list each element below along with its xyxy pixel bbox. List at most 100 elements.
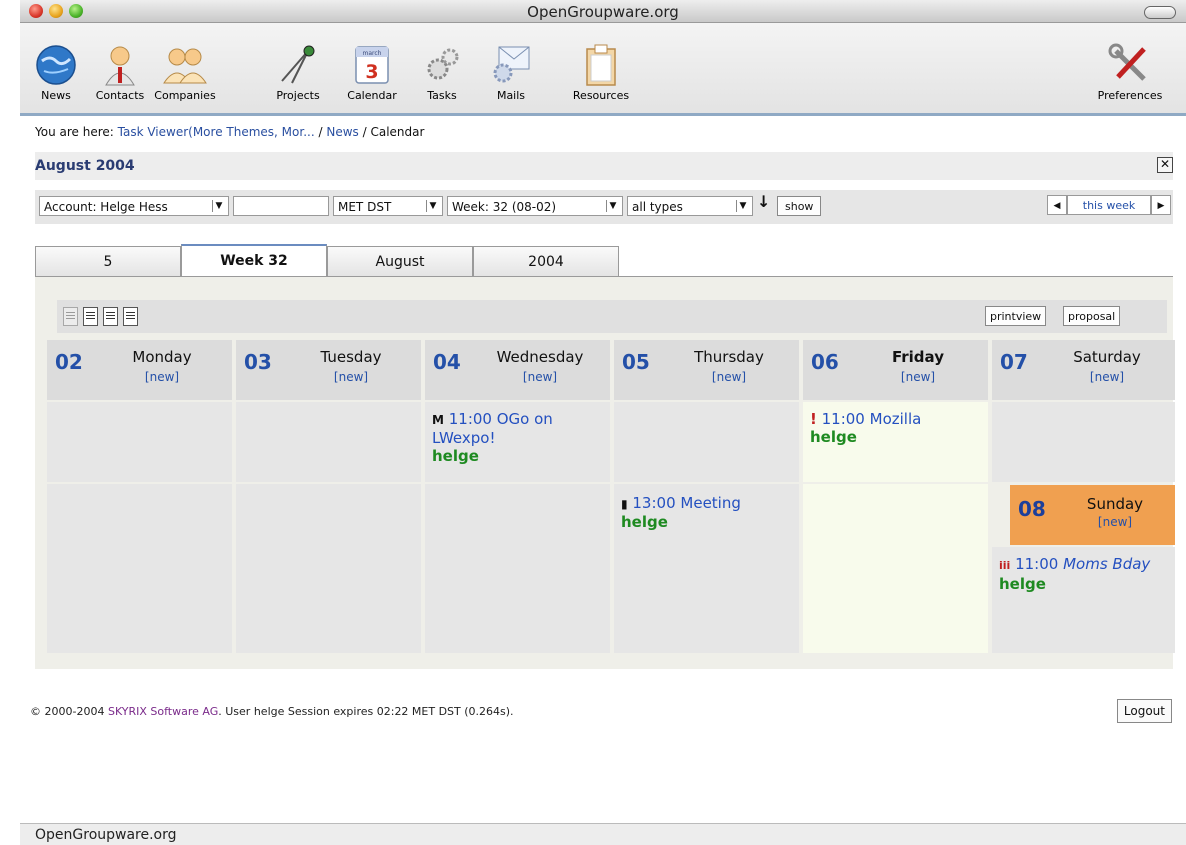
- view-overview-icon[interactable]: [123, 307, 138, 326]
- appointment-type-icon: M: [432, 413, 444, 427]
- proposal-button[interactable]: proposal: [1063, 306, 1121, 326]
- calendar-icon-month: march: [363, 50, 382, 57]
- calendar-icon-day: 3: [365, 61, 378, 83]
- day-header-friday: 06 Friday [new]: [803, 340, 988, 400]
- toolbar-resources[interactable]: Resources: [566, 23, 636, 102]
- day-header-saturday: 07 Saturday [new]: [992, 340, 1175, 400]
- tab-day[interactable]: 5: [35, 246, 181, 276]
- week-select[interactable]: Week: 32 (08-02) ▼: [447, 196, 623, 216]
- view-list-icon[interactable]: [103, 307, 118, 326]
- close-panel-button[interactable]: ✕: [1157, 157, 1173, 173]
- day-name: Tuesday: [320, 348, 382, 366]
- breadcrumb-link-task-viewer[interactable]: Task Viewer(More Themes, Mor...: [118, 125, 315, 139]
- calendar-cell-sunday[interactable]: iii 11:00 Moms Bday helge: [992, 547, 1175, 653]
- search-input[interactable]: [233, 196, 329, 216]
- envelope-icon: [493, 46, 530, 83]
- appointment-time: 11:00: [448, 410, 492, 428]
- toolbar-companies-label: Companies: [154, 89, 216, 102]
- app-toolbar: News Contacts Companies Projects march 3…: [20, 23, 1186, 116]
- calendar-cell-thursday[interactable]: ▮ 13:00 Meeting helge: [614, 484, 799, 653]
- calendar-cell[interactable]: [236, 402, 421, 482]
- new-appointment-link[interactable]: [new]: [97, 370, 227, 384]
- calendar-icon: march 3: [355, 46, 389, 84]
- day-number: 05: [622, 350, 650, 374]
- toolbar-tasks-label: Tasks: [427, 89, 457, 102]
- appointment-title: Mozilla: [869, 410, 922, 428]
- view-day-icon[interactable]: [63, 307, 78, 326]
- calendar-cell-friday[interactable]: [803, 484, 988, 653]
- toolbar-calendar[interactable]: march 3 Calendar: [342, 23, 402, 102]
- new-appointment-link[interactable]: [new]: [286, 370, 416, 384]
- timezone-select-value: MET DST: [338, 200, 392, 214]
- new-appointment-link[interactable]: [new]: [1042, 370, 1172, 384]
- meeting-icon: ▮: [621, 497, 628, 511]
- tab-year[interactable]: 2004: [473, 246, 619, 276]
- calendar-cell-friday[interactable]: ! 11:00 Mozilla helge: [803, 402, 988, 482]
- page-title: August 2004: [35, 158, 135, 174]
- appointment-moms-bday[interactable]: iii 11:00 Moms Bday helge: [999, 555, 1169, 593]
- logout-button[interactable]: Logout: [1116, 699, 1172, 723]
- toolbar-contacts-label: Contacts: [95, 89, 145, 102]
- day-header-monday: 02 Monday [new]: [47, 340, 232, 400]
- appointment-user: helge: [432, 447, 479, 465]
- appointment-time: 11:00: [821, 410, 865, 428]
- new-appointment-link[interactable]: [new]: [853, 370, 983, 384]
- new-appointment-link[interactable]: [new]: [1060, 515, 1170, 529]
- people-group-icon: [163, 48, 207, 84]
- calendar-cell[interactable]: [614, 402, 799, 482]
- copyright-text: © 2000-2004: [30, 705, 105, 718]
- toolbar-mails-label: Mails: [496, 89, 526, 102]
- toolbar-toggle-button[interactable]: [1144, 6, 1176, 19]
- toolbar-companies[interactable]: Companies: [150, 23, 220, 102]
- calendar-cell[interactable]: [47, 402, 232, 482]
- day-number: 08: [1018, 497, 1046, 521]
- exclamation-icon: !: [810, 410, 817, 428]
- brand-link[interactable]: SKYRIX Software AG: [108, 705, 218, 718]
- types-select[interactable]: all types ▼: [627, 196, 753, 216]
- calendar-cell[interactable]: [425, 484, 610, 653]
- breadcrumb-separator: /: [362, 125, 367, 139]
- tab-week[interactable]: Week 32: [181, 244, 327, 276]
- calendar-cell[interactable]: [47, 484, 232, 653]
- compass-icon: [281, 45, 315, 84]
- week-select-value: Week: 32 (08-02): [452, 200, 557, 214]
- new-appointment-link[interactable]: [new]: [664, 370, 794, 384]
- tab-month[interactable]: August: [327, 246, 473, 276]
- toolbar-projects[interactable]: Projects: [270, 23, 326, 102]
- session-info: . User helge Session expires 02:22 MET D…: [218, 705, 514, 718]
- day-header-thursday: 05 Thursday [new]: [614, 340, 799, 400]
- calendar-cell[interactable]: [992, 402, 1175, 482]
- globe-icon: [36, 45, 76, 85]
- chevron-down-icon: ▼: [606, 200, 619, 212]
- appointment-title: Meeting: [680, 494, 741, 512]
- timezone-select[interactable]: MET DST ▼: [333, 196, 443, 216]
- toolbar-preferences[interactable]: Preferences: [1084, 23, 1176, 102]
- account-select[interactable]: Account: Helge Hess ▼: [39, 196, 229, 216]
- birthday-icon: iii: [999, 559, 1011, 572]
- appointment-mozilla[interactable]: ! 11:00 Mozilla helge: [810, 410, 980, 446]
- toolbar-tasks[interactable]: Tasks: [416, 23, 468, 102]
- appointment-user: helge: [810, 428, 857, 446]
- appointment-time: 11:00: [1015, 555, 1059, 573]
- day-name: Sunday: [1086, 495, 1144, 513]
- toolbar-mails[interactable]: Mails: [486, 23, 536, 102]
- day-number: 02: [55, 350, 83, 374]
- toolbar-news[interactable]: News: [30, 23, 82, 102]
- appointment-user: helge: [621, 513, 668, 531]
- appointment-ogo-lwexpo[interactable]: M 11:00 OGo on LWexpo! helge: [432, 410, 602, 465]
- view-week-icon[interactable]: [83, 307, 98, 326]
- printview-button[interactable]: printview: [985, 306, 1047, 326]
- breadcrumb-current: Calendar: [370, 125, 425, 139]
- breadcrumb-link-news[interactable]: News: [326, 125, 358, 139]
- day-number: 04: [433, 350, 461, 374]
- calendar-cell[interactable]: [236, 484, 421, 653]
- next-week-button[interactable]: ▶: [1151, 195, 1171, 215]
- prev-week-button[interactable]: ◀: [1047, 195, 1067, 215]
- new-appointment-link[interactable]: [new]: [475, 370, 605, 384]
- this-week-link[interactable]: this week: [1067, 195, 1151, 215]
- toolbar-contacts[interactable]: Contacts: [90, 23, 150, 102]
- show-button[interactable]: show: [777, 196, 822, 216]
- calendar-cell-wednesday[interactable]: M 11:00 OGo on LWexpo! helge: [425, 402, 610, 482]
- appointment-meeting[interactable]: ▮ 13:00 Meeting helge: [621, 494, 791, 531]
- filter-bar: Account: Helge Hess ▼ MET DST ▼ Week: 32…: [35, 190, 1173, 224]
